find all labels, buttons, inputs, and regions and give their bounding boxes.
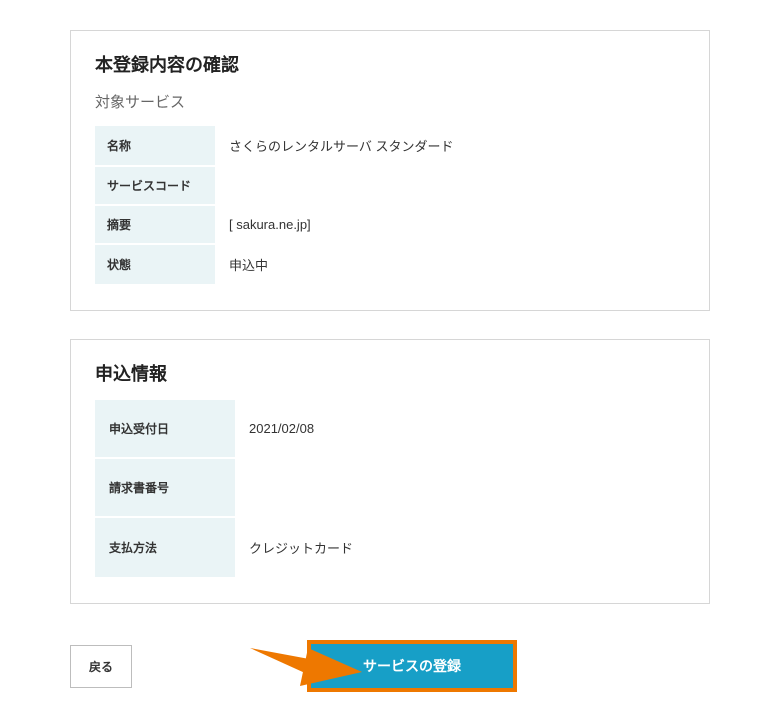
table-row: 状態 申込中 [95, 244, 685, 285]
invoice-number-value [235, 458, 685, 517]
received-date-label: 申込受付日 [95, 400, 235, 458]
name-value: さくらのレンタルサーバ スタンダード [215, 126, 685, 166]
service-code-label: サービスコード [95, 166, 215, 205]
application-title: 申込情報 [95, 360, 685, 386]
invoice-number-label: 請求書番号 [95, 458, 235, 517]
application-panel: 申込情報 申込受付日 2021/02/08 請求書番号 支払方法 クレジットカー… [70, 339, 710, 604]
table-row: 名称 さくらのレンタルサーバ スタンダード [95, 126, 685, 166]
table-row: 請求書番号 [95, 458, 685, 517]
name-label: 名称 [95, 126, 215, 166]
summary-value: [ sakura.ne.jp] [215, 205, 685, 244]
service-code-value [215, 166, 685, 205]
confirmation-panel: 本登録内容の確認 対象サービス 名称 さくらのレンタルサーバ スタンダード サー… [70, 30, 710, 311]
button-row: 戻る サービスの登録 [70, 640, 710, 692]
table-row: 申込受付日 2021/02/08 [95, 400, 685, 458]
target-service-subheading: 対象サービス [95, 91, 685, 112]
payment-method-value: クレジットカード [235, 517, 685, 578]
status-label: 状態 [95, 244, 215, 285]
service-detail-table: 名称 さくらのレンタルサーバ スタンダード サービスコード 摘要 [ sakur… [95, 126, 685, 286]
register-service-button[interactable]: サービスの登録 [307, 640, 517, 692]
received-date-value: 2021/02/08 [235, 400, 685, 458]
status-value: 申込中 [215, 244, 685, 285]
table-row: 摘要 [ sakura.ne.jp] [95, 205, 685, 244]
table-row: 支払方法 クレジットカード [95, 517, 685, 578]
confirmation-title: 本登録内容の確認 [95, 51, 685, 77]
payment-method-label: 支払方法 [95, 517, 235, 578]
summary-label: 摘要 [95, 205, 215, 244]
application-detail-table: 申込受付日 2021/02/08 請求書番号 支払方法 クレジットカード [95, 400, 685, 579]
back-button[interactable]: 戻る [70, 645, 132, 688]
table-row: サービスコード [95, 166, 685, 205]
